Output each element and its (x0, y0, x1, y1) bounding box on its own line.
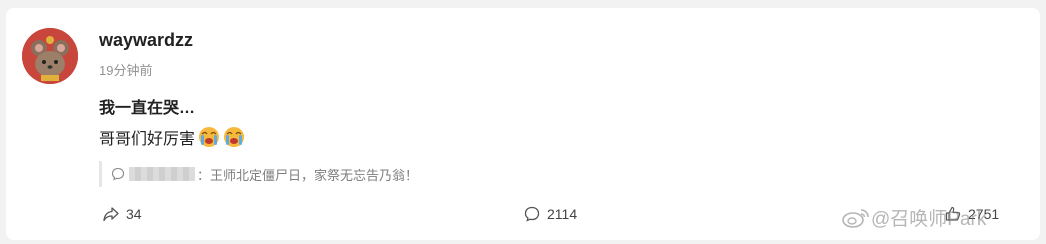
comment-card: waywardzz 19分钟前 我一直在哭… 哥哥们好厉害 ：王师北定僵尸日，家… (6, 8, 1040, 240)
post-title: 我一直在哭… (99, 100, 196, 117)
comment-button[interactable]: 2114 (523, 205, 577, 223)
comment-icon (111, 167, 125, 181)
share-button[interactable]: 34 (102, 205, 142, 223)
share-icon (103, 207, 119, 222)
username[interactable]: waywardzz (99, 30, 193, 51)
crying-emoji-icon (199, 127, 220, 147)
crying-emoji-icon (224, 127, 245, 147)
quoted-reply[interactable]: ：王师北定僵尸日，家祭无忘告乃翁！ (99, 161, 418, 187)
post-body-text: 哥哥们好厉害 (99, 131, 196, 148)
timestamp: 19分钟前 (99, 63, 153, 78)
comment-icon (524, 206, 540, 222)
share-count: 34 (126, 206, 142, 222)
watermark-text: @召唤师Park (871, 209, 987, 230)
quote-text: ：王师北定僵尸日，家祭无忘告乃翁！ (197, 167, 419, 183)
watermark: @召唤师Park (841, 204, 986, 231)
comment-count: 2114 (547, 206, 578, 222)
redacted-username (129, 167, 195, 181)
weibo-logo-icon (842, 208, 869, 228)
post-body: 哥哥们好厉害 (99, 125, 245, 149)
mouse-avatar-icon (22, 28, 78, 84)
avatar[interactable] (22, 28, 78, 84)
